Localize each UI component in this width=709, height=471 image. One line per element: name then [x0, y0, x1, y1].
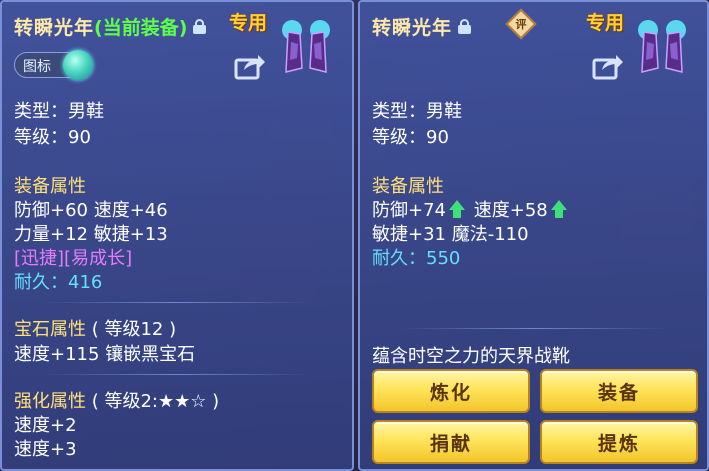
- attr-defense: 防御+74: [372, 200, 446, 221]
- durability-label: 耐久：: [372, 248, 426, 269]
- equip-attr-title: 装备属性: [14, 176, 86, 197]
- durability-value: 416: [68, 272, 103, 293]
- up-arrow-icon: [550, 200, 568, 218]
- enhance-line-2: 速度+3: [14, 439, 77, 460]
- rate-badge-icon[interactable]: 评: [505, 8, 537, 40]
- icon-toggle[interactable]: 图标: [14, 50, 93, 80]
- enhance-line-1: 速度+2: [14, 415, 77, 436]
- item-name: 转瞬光年: [372, 16, 453, 39]
- extract-button[interactable]: 提炼: [540, 420, 698, 464]
- item-name: 转瞬光年: [14, 16, 95, 39]
- compare-item-panel: 转瞬光年 评 专用 类型：男鞋 等级：90 装备属性 防御+74 速度+58 敏…: [358, 0, 709, 471]
- equip-button[interactable]: 装备: [540, 369, 698, 413]
- title-row: 转瞬光年 (当前装备): [14, 12, 207, 40]
- durability-label: 耐久：: [14, 272, 68, 293]
- exclusive-label: 专用: [229, 12, 268, 34]
- gem-line: 速度+115 镶嵌黑宝石: [14, 344, 196, 365]
- donate-button[interactable]: 捐献: [372, 420, 530, 464]
- attr-line-1: 防御+74 速度+58: [372, 196, 570, 222]
- equipped-tag: (当前装备): [94, 16, 188, 39]
- attr-line-2: 敏捷+31 魔法-110: [372, 224, 529, 245]
- attr-line-2: 力量+12 敏捷+13: [14, 224, 168, 245]
- equip-attr-title: 装备属性: [372, 176, 444, 197]
- type-line: 类型：男鞋: [372, 101, 462, 122]
- icon-toggle-label: 图标: [23, 59, 51, 75]
- durability-line: 耐久：416: [14, 268, 102, 294]
- attr-line-1: 防御+60 速度+46: [14, 200, 168, 221]
- attr-speed: 速度+58: [473, 200, 548, 221]
- special-attrs: [迅捷][易成长]: [14, 248, 133, 269]
- rate-badge-label: 评: [515, 18, 527, 31]
- gem-title-line: 宝石属性 ( 等级12 ): [14, 315, 176, 341]
- equipped-item-panel: 转瞬光年 (当前装备) 专用 图标 类型：男鞋 等级：90 装备属性 防御+60…: [0, 0, 354, 471]
- divider: [42, 374, 312, 375]
- item-description: 蕴含时空之力的天界战靴: [372, 346, 570, 367]
- share-icon[interactable]: [234, 52, 266, 80]
- level-line: 等级：90: [14, 127, 91, 148]
- gem-title: 宝石属性: [14, 319, 86, 340]
- boots-item-icon[interactable]: [634, 14, 690, 76]
- title-row: 转瞬光年: [372, 12, 472, 40]
- type-line: 类型：男鞋: [14, 101, 104, 122]
- enhance-title-line: 强化属性 ( 等级2:★★☆ ): [14, 387, 219, 413]
- exclusive-label: 专用: [586, 12, 625, 34]
- enhance-level: ( 等级2:★★☆ ): [91, 391, 220, 412]
- durability-line: 耐久：550: [372, 244, 460, 270]
- boots-item-icon[interactable]: [278, 14, 334, 76]
- gem-level: ( 等级12 ): [91, 319, 177, 340]
- lock-icon: [193, 18, 207, 34]
- level-line: 等级：90: [372, 127, 449, 148]
- enhance-title: 强化属性: [14, 391, 86, 412]
- up-arrow-icon: [448, 200, 466, 218]
- share-icon[interactable]: [592, 52, 624, 80]
- toggle-knob: [63, 50, 93, 80]
- divider: [400, 328, 667, 329]
- refine-button[interactable]: 炼化: [372, 369, 530, 413]
- lock-icon: [458, 18, 472, 34]
- divider: [42, 302, 312, 303]
- durability-value: 550: [426, 248, 461, 269]
